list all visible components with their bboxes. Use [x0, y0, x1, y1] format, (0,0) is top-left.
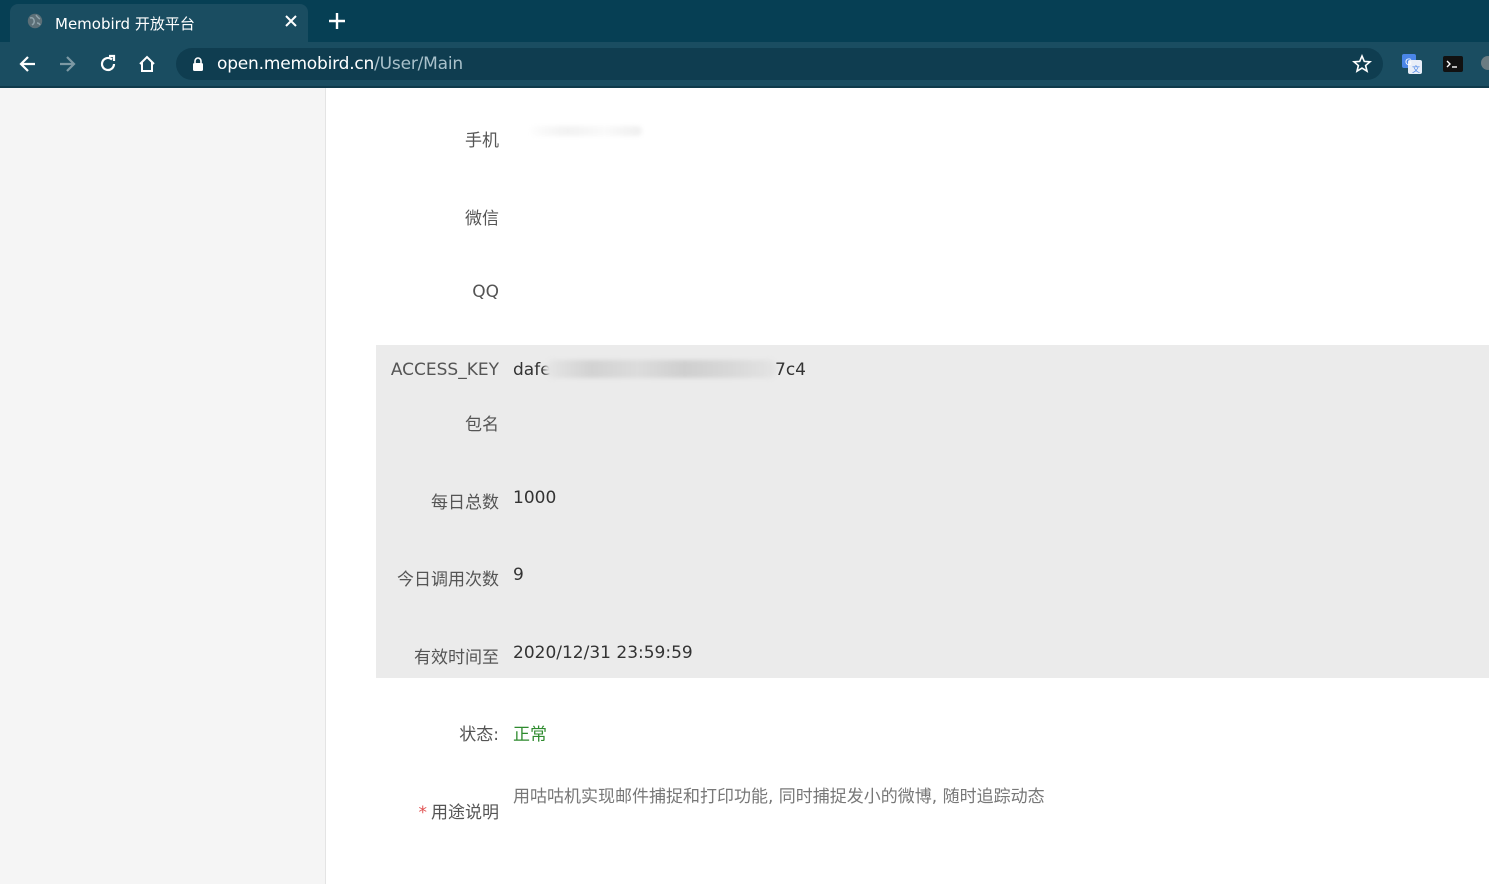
svg-text:文: 文: [1412, 64, 1420, 74]
status-value: 正常: [513, 725, 547, 745]
star-icon[interactable]: [1352, 54, 1372, 74]
usage-label: 用途说明: [431, 803, 499, 823]
lock-icon: [193, 57, 203, 71]
translate-extension-icon[interactable]: G 文: [1401, 53, 1423, 75]
browser-toolbar: open.memobird.cn/User/Main G 文: [0, 42, 1489, 88]
usage-description[interactable]: 用咕咕机实现邮件捕捉和打印功能, 同时捕捉发小的微博, 随时追踪动态: [513, 782, 1045, 807]
access-key-suffix: 7c4: [775, 360, 806, 380]
package-name-label: 包名: [465, 415, 499, 435]
globe-icon: [27, 13, 43, 29]
daily-total-value: 1000: [513, 488, 557, 508]
status-label: 状态:: [459, 725, 499, 745]
profile-avatar[interactable]: [1481, 56, 1489, 70]
access-key-redacted: [545, 360, 777, 378]
valid-until-value: 2020/12/31 23:59:59: [513, 643, 693, 663]
browser-tab-strip: Memobird 开放平台: [0, 0, 1489, 42]
usage-label-row: * 用途说明: [419, 798, 500, 823]
close-icon[interactable]: [282, 12, 300, 30]
back-arrow-icon[interactable]: [17, 53, 39, 75]
reload-icon[interactable]: [97, 53, 119, 75]
required-mark: *: [418, 803, 428, 823]
api-info-panel: [376, 345, 1489, 678]
access-key-label: ACCESS_KEY: [390, 360, 499, 380]
qq-label: QQ: [472, 282, 499, 302]
calls-today-value: 9: [513, 565, 524, 585]
calls-today-label: 今日调用次数: [397, 570, 499, 590]
terminal-extension-icon[interactable]: [1443, 56, 1463, 72]
left-sidebar: [0, 88, 326, 884]
forward-arrow-icon[interactable]: [56, 53, 78, 75]
plus-icon[interactable]: [326, 10, 348, 32]
home-icon[interactable]: [136, 53, 158, 75]
url-path: /User/Main: [374, 54, 463, 74]
svg-text:G: G: [1405, 58, 1412, 68]
phone-value-redacted: [530, 126, 642, 136]
tab-title: Memobird 开放平台: [55, 15, 195, 33]
valid-until-label: 有效时间至: [414, 648, 499, 668]
phone-label: 手机: [465, 131, 499, 151]
daily-total-label: 每日总数: [431, 493, 499, 513]
wechat-label: 微信: [465, 209, 499, 229]
browser-tab[interactable]: Memobird 开放平台: [10, 4, 308, 42]
address-bar[interactable]: open.memobird.cn/User/Main: [176, 48, 1383, 80]
url-text: open.memobird.cn/User/Main: [217, 54, 463, 74]
url-host: open.memobird.cn: [217, 54, 375, 74]
